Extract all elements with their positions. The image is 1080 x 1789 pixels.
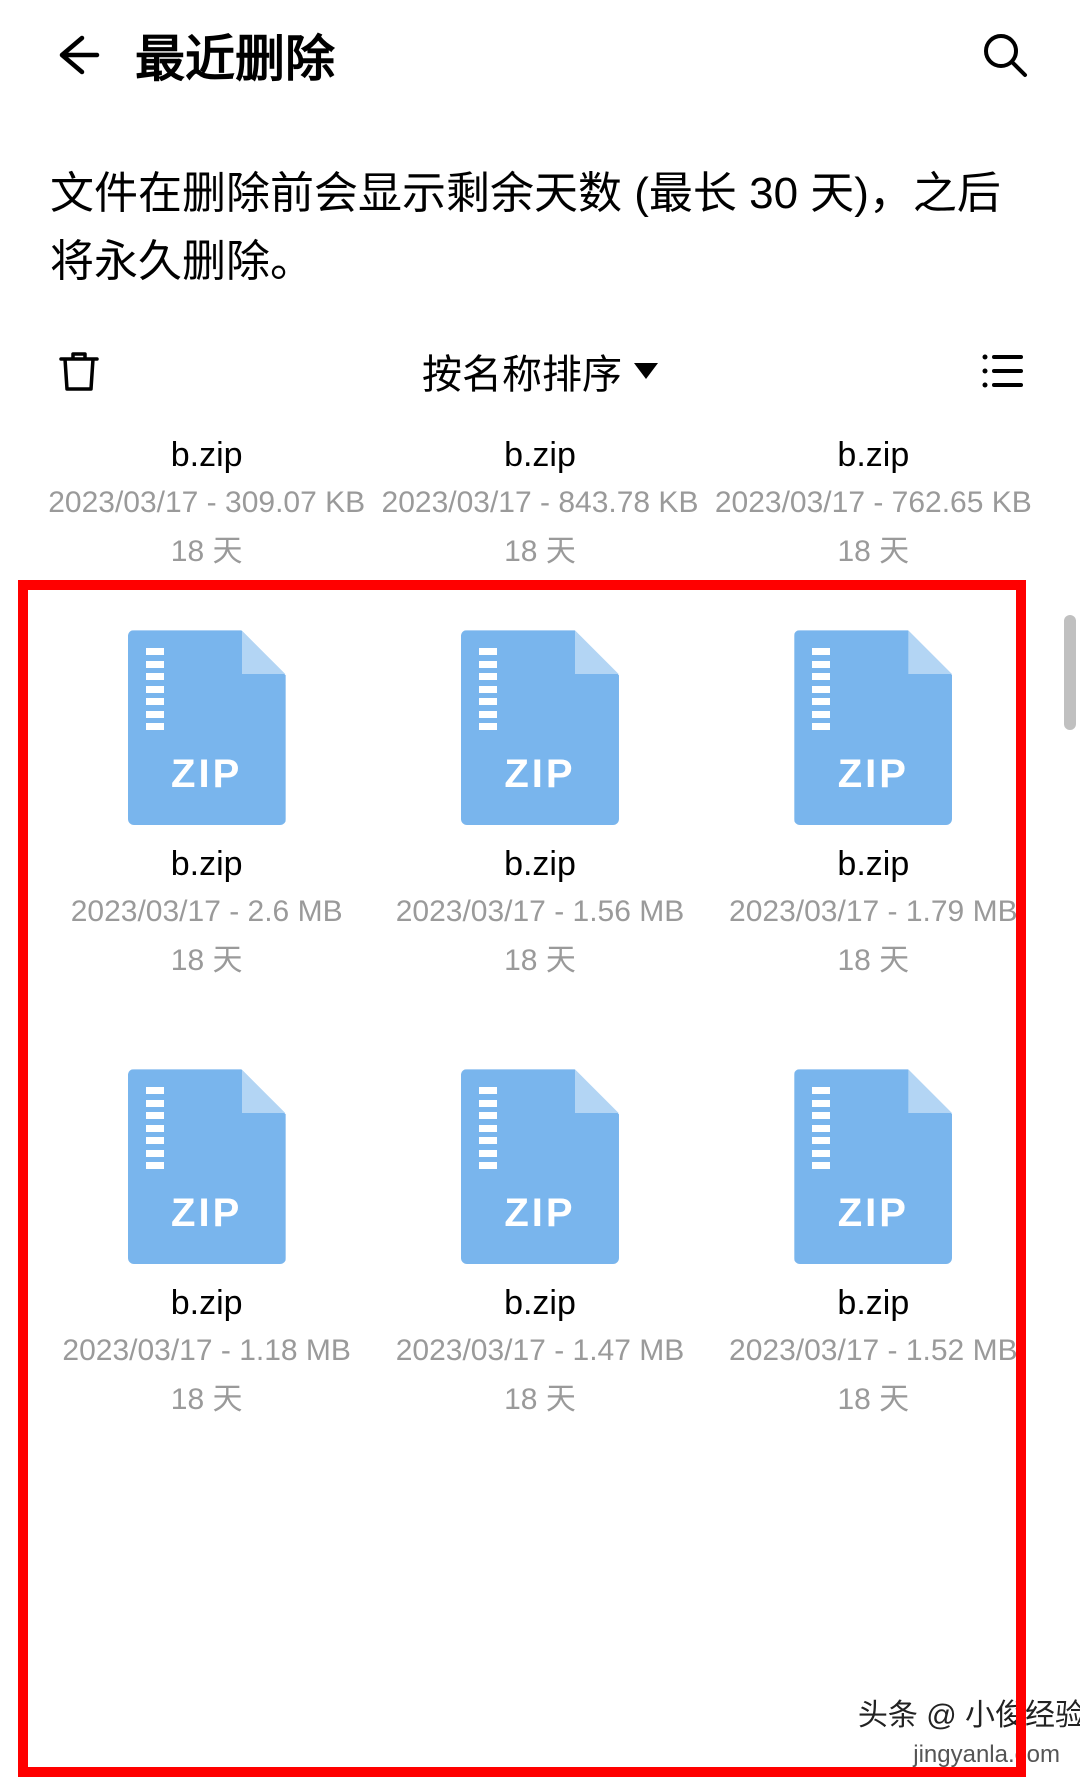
file-item[interactable]: ZIP b.zip 2023/03/17 - 1.47 MB 18 天 <box>373 1069 706 1418</box>
zip-label: ZIP <box>128 752 286 797</box>
zip-icon: ZIP <box>128 1069 286 1264</box>
zip-icon: ZIP <box>461 1069 619 1264</box>
grid-row: ZIP b.zip 2023/03/17 - 1.18 MB 18 天 ZIP … <box>40 1069 1040 1418</box>
file-item[interactable]: b.zip 2023/03/17 - 843.78 KB 18 天 <box>373 436 706 570</box>
file-name: b.zip <box>171 845 243 884</box>
file-item[interactable]: ZIP b.zip 2023/03/17 - 1.18 MB 18 天 <box>40 1069 373 1418</box>
sort-label: 按名称排序 <box>422 342 622 400</box>
file-name: b.zip <box>504 845 576 884</box>
file-item[interactable]: ZIP b.zip 2023/03/17 - 2.6 MB 18 天 <box>40 630 373 979</box>
header: 最近删除 <box>0 0 1080 110</box>
zip-icon: ZIP <box>794 630 952 825</box>
file-item[interactable]: b.zip 2023/03/17 - 762.65 KB 18 天 <box>707 436 1040 570</box>
file-meta: 2023/03/17 - 1.52 MB <box>724 1331 1023 1370</box>
list-view-icon[interactable] <box>977 347 1025 395</box>
file-meta: 2023/03/17 - 1.47 MB <box>391 1331 690 1370</box>
trash-icon[interactable] <box>55 347 103 395</box>
zip-label: ZIP <box>461 1191 619 1236</box>
file-name: b.zip <box>837 845 909 884</box>
info-description: 文件在删除前会显示剩余天数 (最长 30 天)，之后将永久删除。 <box>0 110 1080 336</box>
file-name: b.zip <box>837 1284 909 1323</box>
file-meta: 2023/03/17 - 1.56 MB <box>391 892 690 931</box>
watermark-url: jingyanla.com <box>913 1741 1060 1769</box>
zip-label: ZIP <box>794 752 952 797</box>
page-title: 最近删除 <box>135 19 980 91</box>
info-row: b.zip 2023/03/17 - 309.07 KB 18 天 b.zip … <box>0 436 1080 570</box>
file-item[interactable]: ZIP b.zip 2023/03/17 - 1.79 MB 18 天 <box>707 630 1040 979</box>
file-days: 18 天 <box>504 526 576 570</box>
zip-label: ZIP <box>794 1191 952 1236</box>
zip-label: ZIP <box>128 1191 286 1236</box>
file-item[interactable]: b.zip 2023/03/17 - 309.07 KB 18 天 <box>40 436 373 570</box>
file-meta: 2023/03/17 - 2.6 MB <box>66 892 348 931</box>
file-name: b.zip <box>171 1284 243 1323</box>
file-meta: 2023/03/17 - 309.07 KB <box>48 483 365 522</box>
file-days: 18 天 <box>171 935 243 979</box>
zip-icon: ZIP <box>128 630 286 825</box>
chevron-down-icon <box>634 363 658 379</box>
file-meta: 2023/03/17 - 843.78 KB <box>382 483 699 522</box>
file-days: 18 天 <box>837 935 909 979</box>
file-name: b.zip <box>504 1284 576 1323</box>
file-name: b.zip <box>837 436 909 475</box>
file-item[interactable]: ZIP b.zip 2023/03/17 - 1.56 MB 18 天 <box>373 630 706 979</box>
search-icon[interactable] <box>980 30 1030 80</box>
file-name: b.zip <box>504 436 576 475</box>
file-days: 18 天 <box>837 1374 909 1418</box>
file-days: 18 天 <box>504 935 576 979</box>
file-days: 18 天 <box>171 526 243 570</box>
scrollbar[interactable] <box>1064 615 1076 730</box>
file-days: 18 天 <box>171 1374 243 1418</box>
sort-button[interactable]: 按名称排序 <box>103 342 977 400</box>
back-icon[interactable] <box>50 30 100 80</box>
file-days: 18 天 <box>504 1374 576 1418</box>
toolbar: 按名称排序 <box>0 336 1080 416</box>
zip-icon: ZIP <box>794 1069 952 1264</box>
zip-label: ZIP <box>461 752 619 797</box>
file-days: 18 天 <box>837 526 909 570</box>
grid-row: ZIP b.zip 2023/03/17 - 2.6 MB 18 天 ZIP b… <box>40 630 1040 979</box>
file-meta: 2023/03/17 - 1.79 MB <box>724 892 1023 931</box>
file-meta: 2023/03/17 - 762.65 KB <box>715 483 1032 522</box>
zip-icon: ZIP <box>461 630 619 825</box>
watermark-text: 头条 @ 小俊经验啦 <box>858 1690 1080 1734</box>
file-grid: ZIP b.zip 2023/03/17 - 2.6 MB 18 天 ZIP b… <box>0 570 1080 1418</box>
file-meta: 2023/03/17 - 1.18 MB <box>57 1331 356 1370</box>
file-item[interactable]: ZIP b.zip 2023/03/17 - 1.52 MB 18 天 <box>707 1069 1040 1418</box>
file-name: b.zip <box>171 436 243 475</box>
